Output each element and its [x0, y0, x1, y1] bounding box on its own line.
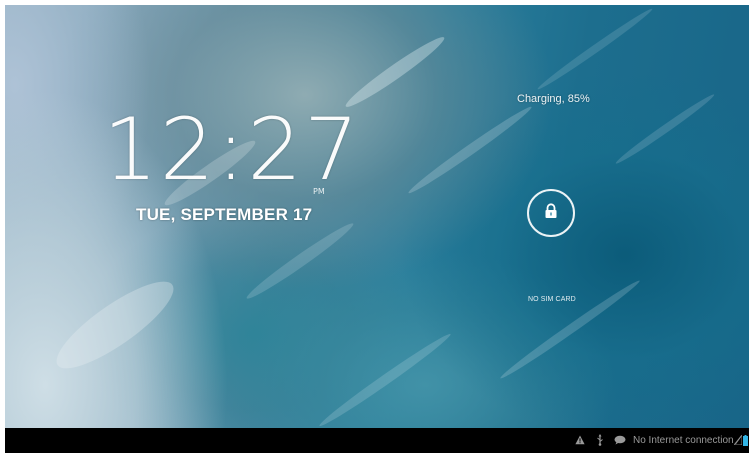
system-status-bar: No Internet connection [5, 428, 749, 453]
unlock-handle[interactable] [527, 189, 575, 237]
tablet-screen: 12:27 PM TUE, SEPTEMBER 17 Charging, 85%… [5, 5, 749, 453]
signal-icon[interactable] [734, 434, 742, 446]
ocean-wave-wallpaper [5, 5, 749, 428]
padlock-icon [544, 203, 558, 223]
charging-status: Charging, 85% [517, 93, 590, 105]
warning-icon[interactable] [575, 434, 585, 446]
chat-bubble-icon[interactable] [614, 434, 626, 446]
battery-icon[interactable] [743, 434, 748, 446]
lockscreen-clock: 12:27 [103, 100, 361, 200]
usb-icon[interactable] [596, 434, 604, 446]
lockscreen-date: TUE, SEPTEMBER 17 [136, 205, 313, 224]
network-status-text[interactable]: No Internet connection [633, 434, 734, 447]
clock-ampm: PM [313, 187, 325, 196]
sim-status-text: NO SIM CARD [528, 296, 576, 303]
